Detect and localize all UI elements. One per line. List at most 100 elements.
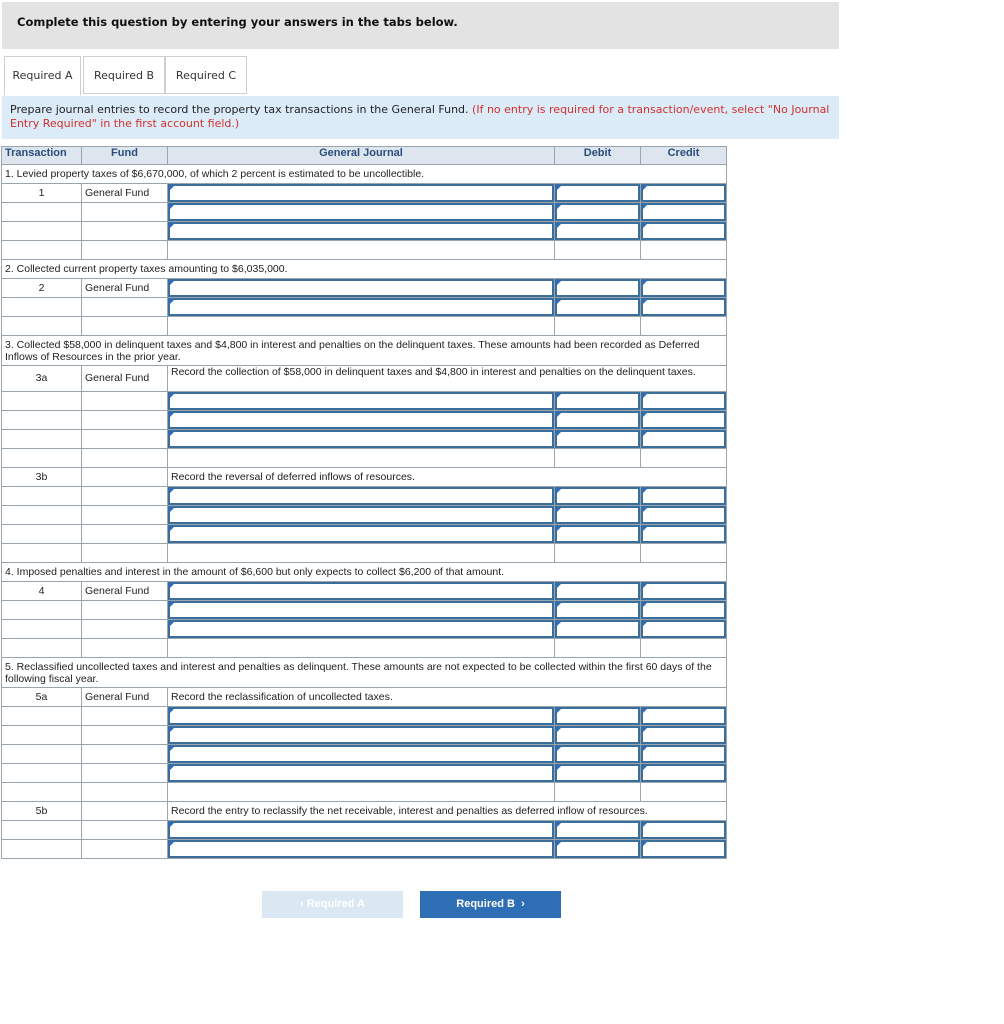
tab-required-b[interactable]: Required B xyxy=(83,56,165,94)
fund-name: General Fund xyxy=(81,278,168,298)
debit-input[interactable] xyxy=(554,839,641,859)
dropdown-marker-icon xyxy=(169,412,175,418)
credit-input[interactable] xyxy=(640,486,727,506)
table-row: 1 General Fund xyxy=(1,183,727,203)
account-select[interactable] xyxy=(167,505,555,525)
table-row: 4 General Fund xyxy=(1,581,727,601)
empty-cell xyxy=(640,240,727,260)
journal-table: Transaction Fund General Journal Debit C… xyxy=(1,146,727,859)
dropdown-marker-icon xyxy=(556,526,562,532)
account-select[interactable] xyxy=(167,744,555,764)
debit-input[interactable] xyxy=(554,297,641,317)
account-select[interactable] xyxy=(167,486,555,506)
table-row xyxy=(1,543,727,563)
debit-input[interactable] xyxy=(554,278,641,298)
credit-input[interactable] xyxy=(640,763,727,783)
tab-required-a[interactable]: Required A xyxy=(4,56,81,96)
debit-input[interactable] xyxy=(554,725,641,745)
account-select[interactable] xyxy=(167,839,555,859)
credit-input[interactable] xyxy=(640,581,727,601)
debit-input[interactable] xyxy=(554,183,641,203)
debit-input[interactable] xyxy=(554,581,641,601)
credit-input[interactable] xyxy=(640,221,727,241)
dropdown-marker-icon xyxy=(642,727,648,733)
credit-input[interactable] xyxy=(640,839,727,859)
account-select[interactable] xyxy=(167,278,555,298)
account-select[interactable] xyxy=(167,725,555,745)
credit-input[interactable] xyxy=(640,600,727,620)
credit-input[interactable] xyxy=(640,202,727,222)
debit-input[interactable] xyxy=(554,744,641,764)
dropdown-marker-icon xyxy=(642,299,648,305)
credit-input[interactable] xyxy=(640,744,727,764)
account-select[interactable] xyxy=(167,297,555,317)
credit-input[interactable] xyxy=(640,619,727,639)
debit-input[interactable] xyxy=(554,202,641,222)
table-row xyxy=(1,706,727,726)
fund-name: General Fund xyxy=(81,183,168,203)
credit-input[interactable] xyxy=(640,297,727,317)
account-select[interactable] xyxy=(167,524,555,544)
account-select[interactable] xyxy=(167,429,555,449)
tab-required-c[interactable]: Required C xyxy=(165,56,247,94)
fund-name: General Fund xyxy=(81,687,168,707)
credit-input[interactable] xyxy=(640,706,727,726)
table-row xyxy=(1,619,727,639)
empty-cell xyxy=(81,297,168,317)
dropdown-marker-icon xyxy=(556,299,562,305)
account-select[interactable] xyxy=(167,202,555,222)
credit-input[interactable] xyxy=(640,278,727,298)
table-row xyxy=(1,297,727,317)
account-select[interactable] xyxy=(167,763,555,783)
dropdown-marker-icon xyxy=(642,746,648,752)
credit-input[interactable] xyxy=(640,725,727,745)
debit-input[interactable] xyxy=(554,391,641,411)
credit-input[interactable] xyxy=(640,505,727,525)
credit-input[interactable] xyxy=(640,410,727,430)
table-row xyxy=(1,600,727,620)
account-select[interactable] xyxy=(167,820,555,840)
credit-input[interactable] xyxy=(640,429,727,449)
account-select[interactable] xyxy=(167,391,555,411)
debit-input[interactable] xyxy=(554,486,641,506)
empty-cell xyxy=(554,543,641,563)
account-select[interactable] xyxy=(167,619,555,639)
prev-required-a-button[interactable]: ‹ Required A xyxy=(262,891,403,918)
account-select[interactable] xyxy=(167,706,555,726)
empty-cell xyxy=(640,316,727,336)
account-select[interactable] xyxy=(167,600,555,620)
next-button-label: Required B xyxy=(456,898,515,910)
empty-cell xyxy=(1,202,82,222)
dropdown-marker-icon xyxy=(556,583,562,589)
debit-input[interactable] xyxy=(554,820,641,840)
credit-input[interactable] xyxy=(640,820,727,840)
account-select[interactable] xyxy=(167,183,555,203)
debit-input[interactable] xyxy=(554,429,641,449)
account-select[interactable] xyxy=(167,221,555,241)
debit-input[interactable] xyxy=(554,505,641,525)
table-row xyxy=(1,820,727,840)
debit-input[interactable] xyxy=(554,524,641,544)
debit-input[interactable] xyxy=(554,619,641,639)
dropdown-marker-icon xyxy=(642,488,648,494)
table-row xyxy=(1,524,727,544)
transaction-description: 3. Collected $58,000 in delinquent taxes… xyxy=(1,335,727,366)
debit-input[interactable] xyxy=(554,410,641,430)
dropdown-marker-icon xyxy=(556,393,562,399)
dropdown-marker-icon xyxy=(556,488,562,494)
credit-input[interactable] xyxy=(640,183,727,203)
account-select[interactable] xyxy=(167,581,555,601)
empty-cell xyxy=(81,505,168,525)
credit-input[interactable] xyxy=(640,524,727,544)
dropdown-marker-icon xyxy=(169,185,175,191)
dropdown-marker-icon xyxy=(556,822,562,828)
debit-input[interactable] xyxy=(554,763,641,783)
debit-input[interactable] xyxy=(554,706,641,726)
account-select[interactable] xyxy=(167,410,555,430)
debit-input[interactable] xyxy=(554,600,641,620)
empty-cell xyxy=(81,486,168,506)
debit-input[interactable] xyxy=(554,221,641,241)
empty-cell xyxy=(167,240,555,260)
next-required-b-button[interactable]: Required B › xyxy=(420,891,561,918)
credit-input[interactable] xyxy=(640,391,727,411)
